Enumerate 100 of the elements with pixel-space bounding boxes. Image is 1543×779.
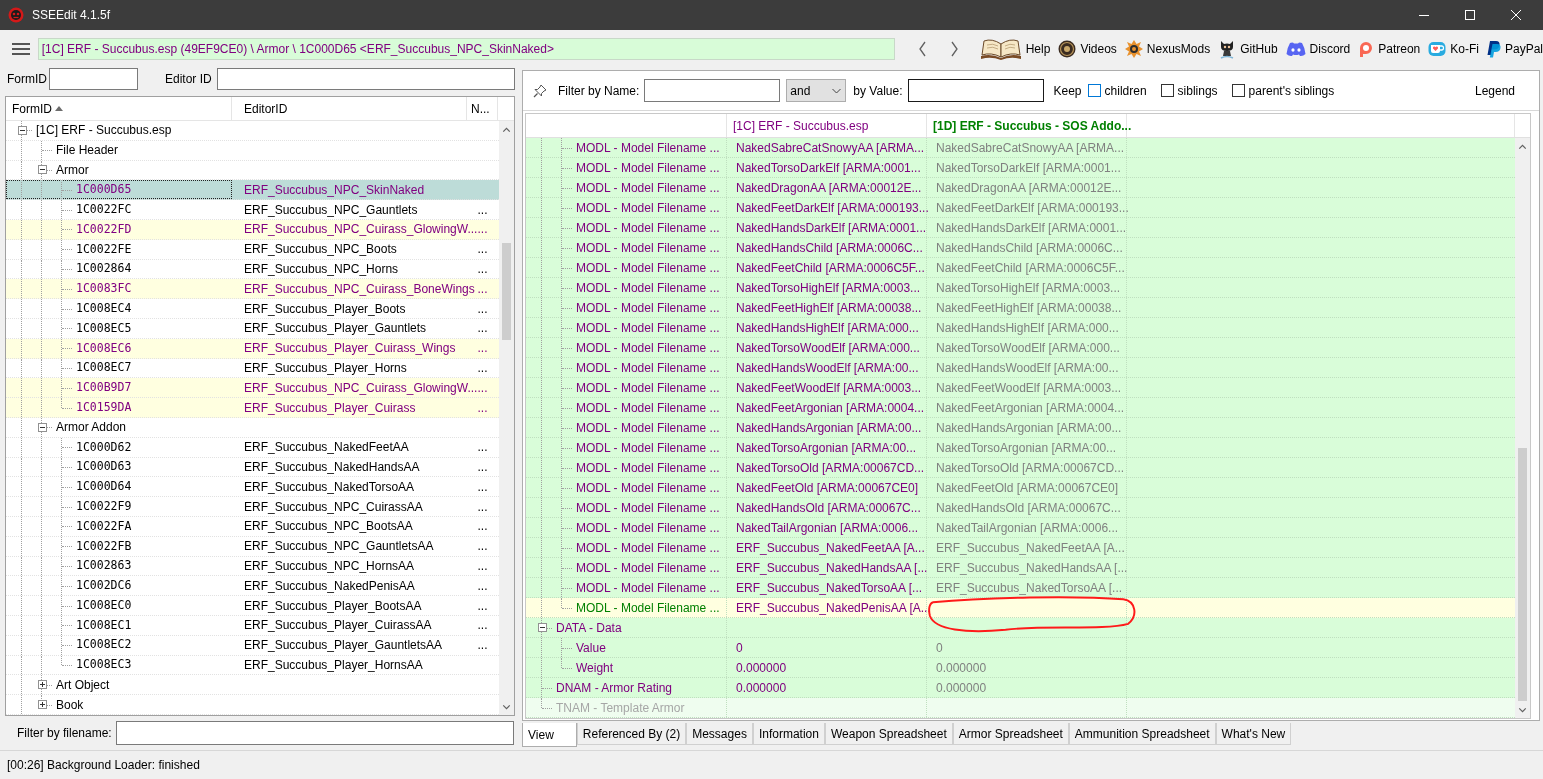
tab[interactable]: Information [752,723,825,745]
record-row[interactable]: MODL - Model Filename ... NakedHandsChild [ARMA:0006C... NakedHandsChild [ARMA:0006C... [526,238,1515,258]
tree-row[interactable]: 1C008EC4 ERF_Succubus_Player_Boots ... [6,299,499,319]
tree-row[interactable]: 1C000D63 ERF_Succubus_NakedHandsAA ... [6,457,499,478]
tree-row[interactable]: 1C008EC3 ERF_Succubus_Player_HornsAA [6,655,499,676]
record-row[interactable]: MODL - Model Filename ... NakedDragonAA [ARMA:00012E... NakedDragonAA [ARMA:00012E... [526,178,1515,198]
record-row[interactable]: MODL - Model Filename ... ERF_Succubus_NakedFeetAA [A... ERF_Succubus_NakedFeetAA [A... [526,538,1515,558]
record-row[interactable]: MODL - Model Filename ... NakedTorsoArgonian [ARMA:00... NakedTorsoArgonian [ARMA:00... [526,438,1515,458]
record-row[interactable]: MODL - Model Filename ... NakedHandsOld [ARMA:00067C... NakedHandsOld [ARMA:00067C... [526,498,1515,518]
record-row[interactable]: MODL - Model Filename ... NakedHandsHighElf [ARMA:000... NakedHandsHighElf [ARMA:000... [526,318,1515,338]
record-row[interactable]: MODL - Model Filename ... ERF_Succubus_NakedTorsoAA [... ERF_Succubus_NakedTorsoAA [... [526,578,1515,598]
tab[interactable]: What's New [1215,723,1292,745]
tree-row[interactable]: Book [6,695,499,715]
toolbar-link-button[interactable]: GitHub [1218,36,1278,62]
toolbar-link-button[interactable]: NexusMods [1124,36,1211,62]
record-row[interactable]: MODL - Model Filename ... NakedTorsoDarkElf [ARMA:0001... NakedTorsoDarkElf [ARMA:0001... [526,158,1515,178]
editor-id-field[interactable] [216,68,515,90]
record-row[interactable]: MODL - Model Filename ... NakedFeetDarkElf [ARMA:000193... NakedFeetDarkElf [ARMA:000193... [526,198,1515,218]
tree-row[interactable]: 1C0022FA ERF_Succubus_NPC_BootsAA ... [6,516,499,537]
chevron-left-icon [917,41,927,57]
record-row[interactable]: MODL - Model Filename ... NakedTorsoHighElf [ARMA:0003... NakedTorsoHighElf [ARMA:0003... [526,278,1515,298]
record-row[interactable]: DNAM - Armor Rating 0.000000 0.000000 [526,678,1515,698]
toolbar-link-button[interactable]: Patreon [1358,36,1421,62]
tree-row[interactable]: 1C008EC2 ERF_Succubus_Player_GauntletsAA ... [6,635,499,656]
tab[interactable]: Messages [686,723,753,745]
record-row[interactable]: MODL - Model Filename ... NakedHandsArgonian [ARMA:00... NakedHandsArgonian [ARMA:00... [526,418,1515,438]
tree-row[interactable]: 1C008EC7 ERF_Succubus_Player_Horns ... [6,358,499,379]
tab[interactable]: Armor Spreadsheet [952,723,1069,745]
record-row[interactable]: Weight 0.000000 0.000000 [526,658,1515,678]
minus-box-icon[interactable] [537,623,547,632]
checkbox[interactable]: parent's siblings [1231,81,1335,100]
tree-row[interactable]: 1C0022FC ERF_Succubus_NPC_Gauntlets ... [6,200,499,220]
tree-row[interactable]: 1C0159DA ERF_Succubus_Player_Cuirass ... [6,398,499,418]
record-row[interactable]: MODL - Model Filename ... NakedFeetArgonian [ARMA:0004... NakedFeetArgonian [ARMA:0004... [526,398,1515,418]
column-header[interactable]: N... [467,97,498,120]
name-filter-field[interactable] [644,79,781,102]
record-row[interactable]: MODL - Model Filename ... ERF_Succubus_NakedPenisAA [A... [526,598,1515,618]
plus-box-icon[interactable] [37,680,47,690]
tree-row[interactable]: Art Object [6,675,499,696]
tree-row[interactable]: 1C008EC0 ERF_Succubus_Player_BootsAA ... [6,596,499,616]
tree-row[interactable]: 1C002864 ERF_Succubus_NPC_Horns ... [6,259,499,280]
toolbar-link-button[interactable]: Help [979,36,1051,62]
tab[interactable]: Ammunition Spreadsheet [1068,723,1216,745]
tree-row[interactable]: 1C0022FD ERF_Succubus_NPC_Cuirass_GlowingW...... [6,220,499,240]
scrollbar-thumb[interactable] [502,243,511,340]
toolbar-link-button[interactable]: Videos [1058,36,1117,62]
record-row[interactable]: MODL - Model Filename ... NakedHandsDarkElf [ARMA:0001... NakedHandsDarkElf [ARMA:0001... [526,218,1515,238]
tree-row[interactable]: Armor Addon [6,417,499,438]
breadcrumb-field[interactable]: [1C] ERF - Succubus.esp (49EF9CE0) \ Armor \ 1C000D65 <ERF_Succubus_NPC_SkinNaked> [37,38,896,60]
tree-row[interactable]: 1C000D62 ERF_Succubus_NakedFeetAA ... [6,437,499,458]
toolbar-link-button[interactable]: Discord [1285,36,1351,62]
tab[interactable]: Weapon Spreadsheet [824,723,953,745]
tree-row[interactable]: 1C0022FB ERF_Succubus_NPC_GauntletsAA ... [6,536,499,557]
tab[interactable]: Referenced By (2) [576,723,687,745]
checkbox[interactable]: siblings [1160,81,1218,100]
field-label: TNAM - Template Armor [556,699,685,717]
minus-box-icon[interactable] [17,125,27,135]
record-row[interactable]: MODL - Model Filename ... NakedFeetWoodElf [ARMA:0003... NakedFeetWoodElf [ARMA:0003... [526,378,1515,398]
record-row[interactable]: MODL - Model Filename ... NakedFeetChild [ARMA:0006C5F... NakedFeetChild [ARMA:0006C5F... [526,258,1515,278]
record-row[interactable]: MODL - Model Filename ... NakedTailArgonian [ARMA:0006... NakedTailArgonian [ARMA:0006... [526,518,1515,538]
plus-box-icon[interactable] [37,700,47,709]
tab[interactable]: View [522,723,577,747]
checkbox[interactable]: children [1087,81,1147,100]
tree-row[interactable]: [1C] ERF - Succubus.esp [6,121,499,141]
column-header[interactable]: FormID [6,97,232,120]
tree-row[interactable]: 1C002DC6 ERF_Succubus_NakedPenisAA ... [6,576,499,597]
minus-box-icon[interactable] [37,165,47,175]
tree-row[interactable]: 1C000D65 ERF_Succubus_NPC_SkinNaked [6,180,499,201]
column-header[interactable]: EditorID [232,97,467,120]
pin-icon[interactable] [533,83,547,98]
column-header[interactable]: [1C] ERF - Succubus.esp [727,114,927,137]
scrollbar-thumb[interactable] [1518,448,1527,701]
record-row[interactable]: MODL - Model Filename ... NakedFeetHighElf [ARMA:00038... NakedFeetHighElf [ARMA:00038... [526,298,1515,318]
record-row[interactable]: DATA - Data [526,618,1515,638]
record-row[interactable]: Value 0 0 [526,638,1515,658]
toolbar-link-button[interactable]: PayPal [1486,36,1543,62]
record-row[interactable]: MODL - Model Filename ... ERF_Succubus_NakedHandsAA [... ERF_Succubus_NakedHandsAA [... [526,558,1515,578]
record-row[interactable]: MODL - Model Filename ... NakedHandsWoodElf [ARMA:00... NakedHandsWoodElf [ARMA:00... [526,358,1515,378]
form-id-field[interactable] [49,68,138,90]
minus-box-icon[interactable] [37,422,47,432]
record-row[interactable]: MODL - Model Filename ... NakedSabreCatSnowyAA [ARMA... NakedSabreCatSnowyAA [ARMA... [526,138,1515,158]
record-row[interactable]: MODL - Model Filename ... NakedTorsoOld [ARMA:00067CD... NakedTorsoOld [ARMA:00067CD... [526,458,1515,478]
tree-row[interactable]: 1C000D64 ERF_Succubus_NakedTorsoAA ... [6,477,499,498]
tree-row[interactable]: File Header [6,140,499,161]
tree-row[interactable]: Armor [6,160,499,181]
filename-filter-field[interactable] [115,720,514,745]
operator-select[interactable]: and [786,79,847,102]
tree-row[interactable]: 1C0022FE ERF_Succubus_NPC_Boots ... [6,239,499,260]
toolbar-link-button[interactable]: Ko-Fi [1428,36,1479,62]
value-filter-field[interactable] [907,79,1044,102]
tree-row[interactable]: 1C0083FC ERF_Succubus_NPC_Cuirass_BoneWings ... [6,279,499,300]
legend-button[interactable]: Legend [1474,81,1515,100]
tree-row[interactable]: 1C008EC6 ERF_Succubus_Player_Cuirass_Wings ... [6,338,499,359]
record-row[interactable]: MODL - Model Filename ... NakedFeetOld [ARMA:00067CE0] NakedFeetOld [ARMA:00067CE0] [526,478,1515,498]
tree-row[interactable]: 1C008EC1 ERF_Succubus_Player_CuirassAA ... [6,615,499,636]
tree-row[interactable]: 1C002863 ERF_Succubus_NPC_HornsAA ... [6,556,499,577]
tree-row[interactable]: 1C008EC5 ERF_Succubus_Player_Gauntlets ... [6,318,499,339]
tree-row[interactable]: 1C0022F9 ERF_Succubus_NPC_CuirassAA ... [6,497,499,517]
tree-row[interactable]: 1C00B9D7 ERF_Succubus_NPC_Cuirass_GlowingW...... [6,378,499,399]
record-row[interactable]: MODL - Model Filename ... NakedTorsoWoodElf [ARMA:000... NakedTorsoWoodElf [ARMA:000... [526,338,1515,358]
